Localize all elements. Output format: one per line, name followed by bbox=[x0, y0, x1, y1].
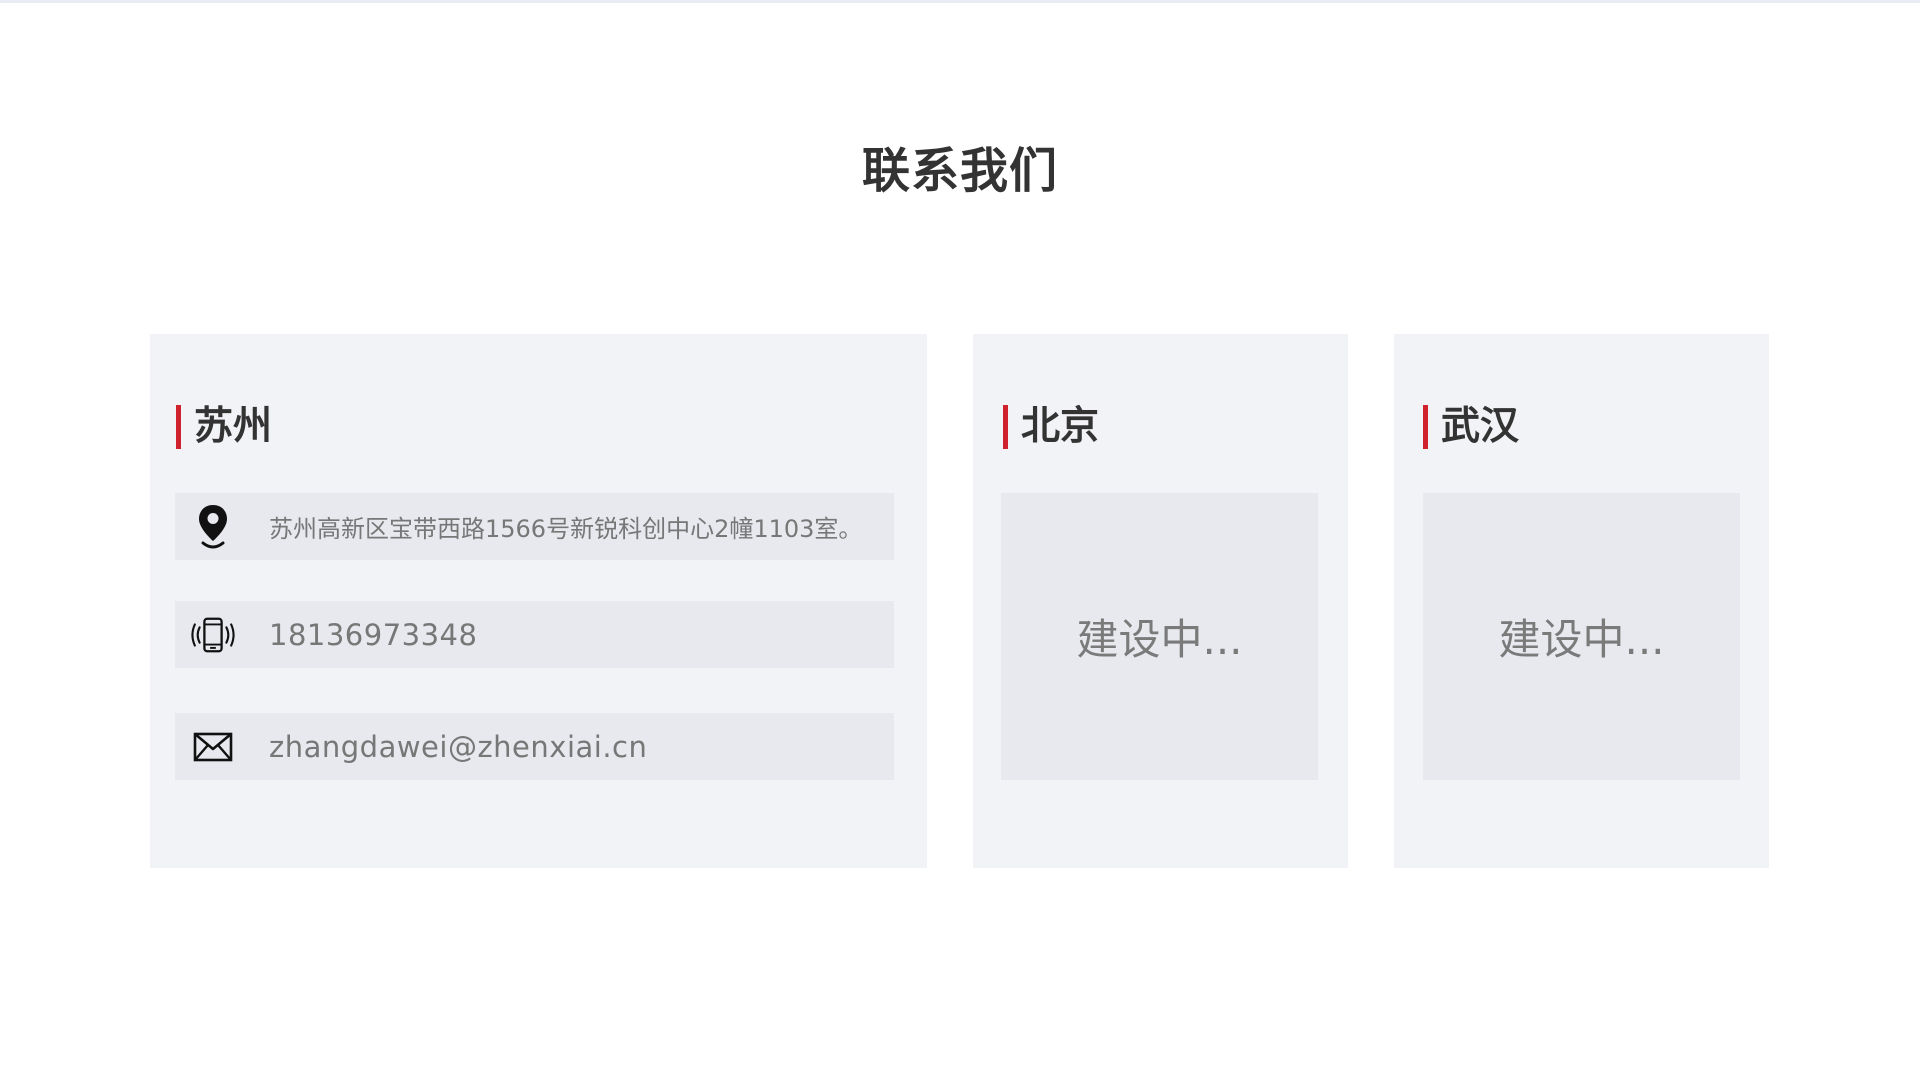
city-name: 北京 bbox=[1021, 404, 1100, 449]
envelope-icon bbox=[191, 722, 235, 772]
vibrating-phone-icon bbox=[191, 610, 235, 660]
city-heading-wuhan: 武汉 bbox=[1423, 405, 1519, 449]
email-row: zhangdawei@zhenxiai.cn bbox=[175, 713, 894, 780]
location-pin-icon bbox=[191, 502, 235, 552]
accent-bar bbox=[176, 405, 181, 449]
under-construction-text: 建设中... bbox=[1498, 615, 1665, 664]
contact-page: 联系我们 苏州 苏州高新区宝带西路1566号新锐科创中心2幢1103室。 181… bbox=[0, 0, 1920, 1082]
under-construction-box: 建设中... bbox=[1001, 493, 1318, 780]
under-construction-text: 建设中... bbox=[1076, 615, 1243, 664]
email-text[interactable]: zhangdawei@zhenxiai.cn bbox=[269, 730, 647, 764]
under-construction-box: 建设中... bbox=[1423, 493, 1740, 780]
office-card-beijing: 北京 建设中... bbox=[973, 334, 1348, 868]
city-heading-beijing: 北京 bbox=[1003, 405, 1099, 449]
phone-row: 18136973348 bbox=[175, 601, 894, 668]
city-name: 苏州 bbox=[194, 404, 273, 449]
accent-bar bbox=[1423, 405, 1428, 449]
office-card-suzhou: 苏州 苏州高新区宝带西路1566号新锐科创中心2幢1103室。 18136973… bbox=[150, 334, 927, 868]
office-card-wuhan: 武汉 建设中... bbox=[1394, 334, 1769, 868]
city-heading-suzhou: 苏州 bbox=[176, 405, 272, 449]
city-name: 武汉 bbox=[1441, 404, 1520, 449]
top-divider bbox=[0, 0, 1920, 3]
phone-text[interactable]: 18136973348 bbox=[269, 618, 477, 652]
address-text: 苏州高新区宝带西路1566号新锐科创中心2幢1103室。 bbox=[269, 515, 863, 543]
address-row: 苏州高新区宝带西路1566号新锐科创中心2幢1103室。 bbox=[175, 493, 894, 560]
page-title: 联系我们 bbox=[861, 143, 1058, 199]
accent-bar bbox=[1003, 405, 1008, 449]
